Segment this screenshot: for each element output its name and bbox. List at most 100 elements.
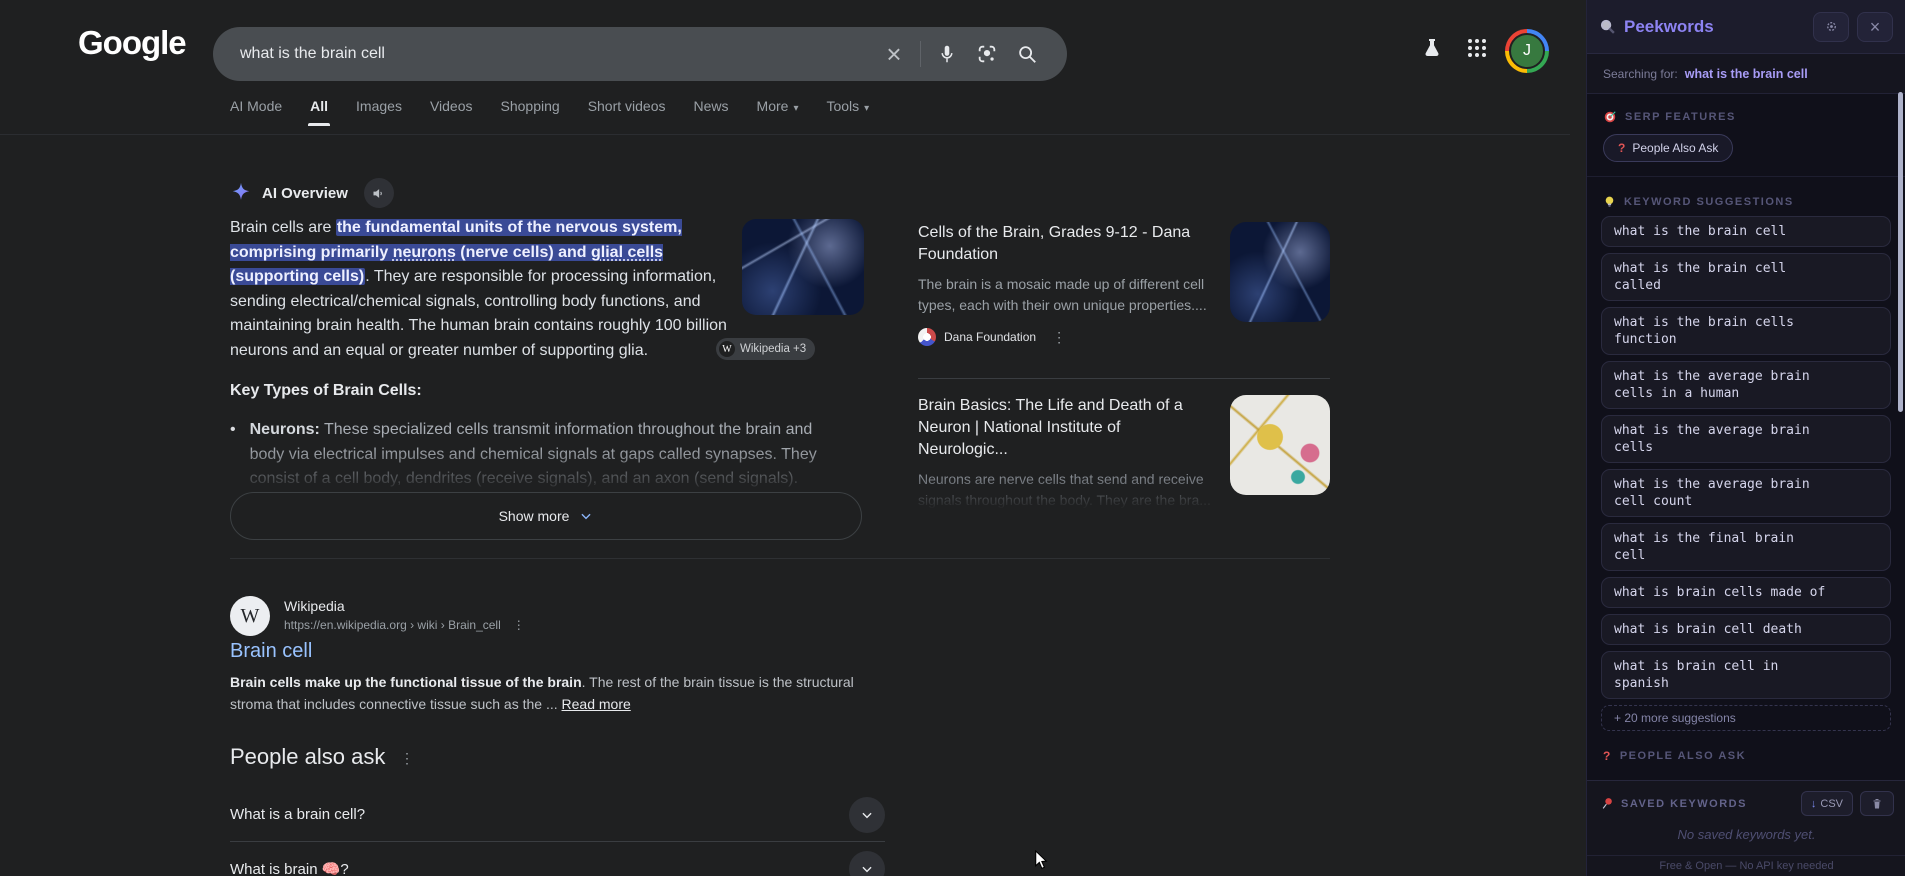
keyword-suggestion[interactable]: what is the final brain cell — [1601, 523, 1891, 571]
apps-grid-icon[interactable] — [1466, 37, 1488, 59]
ai-overview-text: Brain cells are the fundamental units of… — [230, 216, 734, 363]
export-csv-button[interactable]: CSV — [1801, 791, 1853, 816]
neurons-bullet: • Neurons: These specialized cells trans… — [230, 418, 844, 494]
tab-images[interactable]: Images — [356, 98, 402, 126]
peekwords-title: Peekwords — [1624, 17, 1805, 37]
lens-icon[interactable] — [967, 34, 1007, 74]
saved-keywords-panel: SAVED KEYWORDS CSV No saved keywords yet… — [1587, 780, 1905, 876]
source-card-ninds: Brain Basics: The Life and Death of a Ne… — [918, 378, 1330, 511]
page-scrollbar[interactable] — [1898, 92, 1903, 412]
expand-question-button[interactable] — [849, 797, 885, 833]
people-also-ask-heading: People also ask — [230, 744, 385, 770]
wikipedia-mini-icon: W — [719, 341, 735, 357]
search-input[interactable] — [213, 45, 874, 63]
tab-ai-mode[interactable]: AI Mode — [230, 98, 282, 126]
google-logo[interactable]: Google — [78, 24, 186, 62]
ai-star-icon — [230, 182, 252, 204]
key-types-heading: Key Types of Brain Cells: — [230, 382, 422, 400]
result-site-name[interactable]: Wikipedia — [284, 598, 345, 614]
pin-icon — [1601, 797, 1614, 810]
tabs-divider — [0, 134, 1570, 135]
paa-question-row[interactable]: What is a brain cell? — [230, 788, 885, 842]
ai-overview-image[interactable] — [742, 219, 864, 315]
neurons-link[interactable]: neurons — [393, 244, 456, 261]
chevron-down-icon — [860, 862, 874, 876]
glial-cells-link[interactable]: glial cells — [591, 244, 663, 261]
dana-favicon — [918, 328, 936, 346]
card-desc: The brain is a mosaic made up of differe… — [918, 274, 1214, 316]
wikipedia-favicon[interactable]: W — [230, 596, 270, 636]
bulb-icon — [1603, 195, 1616, 208]
empty-saved-message: No saved keywords yet. — [1587, 827, 1905, 842]
keyword-suggestion[interactable]: what is the average brain cells — [1601, 415, 1891, 463]
tab-short-videos[interactable]: Short videos — [588, 98, 666, 126]
target-icon — [1603, 110, 1617, 124]
tab-all[interactable]: All — [310, 98, 328, 126]
result-snippet: Brain cells make up the functional tissu… — [230, 671, 862, 715]
sidebar-paa-heading: ? PEOPLE ALSO ASK — [1587, 741, 1905, 771]
source-chip[interactable]: W Wikipedia +3 — [716, 338, 815, 360]
keyword-suggestion[interactable]: what is the brain cell called — [1601, 253, 1891, 301]
serp-feature-paa-pill[interactable]: ? People Also Ask — [1603, 134, 1733, 162]
keyword-suggestion[interactable]: what is the average brain cells in a hum… — [1601, 361, 1891, 409]
card-title[interactable]: Brain Basics: The Life and Death of a Ne… — [918, 395, 1206, 461]
tab-shopping[interactable]: Shopping — [501, 98, 560, 126]
account-avatar[interactable]: J — [1505, 29, 1549, 73]
speaker-icon — [371, 186, 386, 201]
card-thumbnail[interactable] — [1230, 222, 1330, 322]
searching-for-bar: Searching for: what is the brain cell — [1587, 54, 1905, 94]
tab-tools[interactable]: Tools — [826, 98, 869, 126]
peekwords-panel: Peekwords Searching for: what is the bra… — [1586, 0, 1905, 876]
keyword-suggestion[interactable]: what is the brain cells function — [1601, 307, 1891, 355]
search-icon[interactable] — [1007, 34, 1047, 74]
card-thumbnail[interactable] — [1230, 395, 1330, 495]
mouse-cursor — [1032, 850, 1050, 870]
clear-icon[interactable] — [874, 34, 914, 74]
chevron-down-icon — [579, 509, 593, 523]
card-source: Dana Foundation — [944, 330, 1036, 344]
read-more-link[interactable]: Read more — [562, 696, 631, 712]
result-options-icon[interactable] — [513, 618, 525, 632]
magnifier-icon — [1599, 18, 1616, 35]
clear-saved-button[interactable] — [1860, 791, 1894, 816]
tab-more[interactable]: More — [757, 98, 799, 126]
google-search-page: Google J AI Mode All Ima — [0, 0, 1905, 876]
more-suggestions-button[interactable]: + 20 more suggestions — [1601, 705, 1891, 731]
settings-button[interactable] — [1813, 12, 1849, 42]
show-more-button[interactable]: Show more — [230, 492, 862, 540]
mic-icon[interactable] — [927, 34, 967, 74]
paa-question-row[interactable]: What is brain 🧠? — [230, 842, 885, 876]
result-tabs: AI Mode All Images Videos Shopping Short… — [230, 98, 869, 126]
search-box[interactable] — [213, 27, 1067, 81]
keyword-suggestion[interactable]: what is brain cells made of — [1601, 577, 1891, 608]
listen-button[interactable] — [364, 178, 394, 208]
card-title[interactable]: Cells of the Brain, Grades 9-12 - Dana F… — [918, 222, 1206, 266]
text-fade-overlay — [918, 477, 1214, 511]
more-options-icon[interactable] — [1052, 329, 1066, 346]
question-icon: ? — [1618, 141, 1625, 155]
close-panel-button[interactable] — [1857, 12, 1893, 42]
keyword-suggestion[interactable]: what is brain cell in spanish — [1601, 651, 1891, 699]
ai-source-cards: Cells of the Brain, Grades 9-12 - Dana F… — [918, 222, 1330, 511]
question-icon: ? — [1603, 749, 1612, 763]
current-query: what is the brain cell — [1685, 67, 1808, 81]
paa-options-icon[interactable] — [400, 750, 414, 767]
avatar-initial: J — [1509, 33, 1545, 69]
keyword-suggestion[interactable]: what is the average brain cell count — [1601, 469, 1891, 517]
keyword-suggestion[interactable]: what is the brain cell — [1601, 216, 1891, 247]
source-card-dana: Cells of the Brain, Grades 9-12 - Dana F… — [918, 222, 1330, 362]
result-url[interactable]: https://en.wikipedia.org › wiki › Brain_… — [284, 618, 501, 632]
labs-flask-icon[interactable] — [1420, 36, 1444, 60]
tab-news[interactable]: News — [694, 98, 729, 126]
text-fade-overlay — [230, 446, 844, 494]
ai-overview-label: AI Overview — [262, 185, 348, 202]
trash-icon — [1871, 798, 1883, 810]
result-title-link[interactable]: Brain cell — [230, 640, 312, 663]
keyword-suggestion[interactable]: what is brain cell death — [1601, 614, 1891, 645]
tab-videos[interactable]: Videos — [430, 98, 473, 126]
peekwords-footer: Free & Open — No API key needed — [1587, 855, 1905, 876]
expand-question-button[interactable] — [849, 851, 885, 876]
serp-features-heading: SERP FEATURES — [1587, 94, 1905, 132]
peekwords-header: Peekwords — [1587, 0, 1905, 54]
keyword-suggestions-heading: KEYWORD SUGGESTIONS — [1587, 179, 1905, 216]
